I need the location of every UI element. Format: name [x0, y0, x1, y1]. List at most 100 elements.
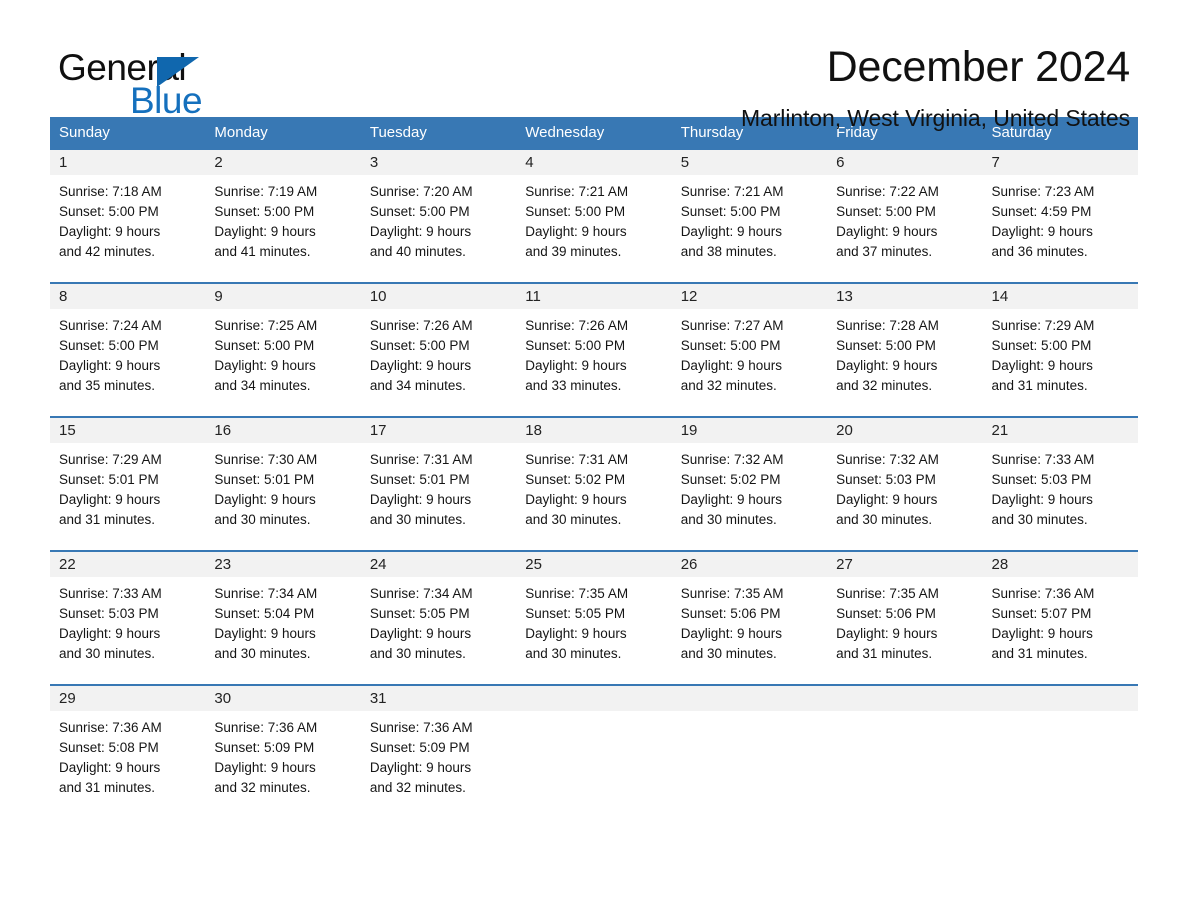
daylight-text-line2: and 33 minutes.	[525, 378, 622, 393]
day-cell[interactable]: 23 Sunrise: 7:34 AM Sunset: 5:04 PM Dayl…	[205, 552, 361, 684]
week-row: 29 Sunrise: 7:36 AM Sunset: 5:08 PM Dayl…	[50, 684, 1138, 796]
day-number: 5	[671, 150, 828, 175]
sunset-text: Sunset: 5:00 PM	[525, 204, 626, 219]
day-cell[interactable]: 27 Sunrise: 7:35 AM Sunset: 5:06 PM Dayl…	[827, 552, 983, 684]
daylight-text-line2: and 30 minutes.	[369, 512, 466, 527]
calendar-grid: Sunday Monday Tuesday Wednesday Thursday…	[50, 117, 1138, 796]
day-details: Sunrise: 7:33 AM Sunset: 5:03 PM Dayligh…	[50, 577, 205, 664]
day-cell[interactable]: 2 Sunrise: 7:19 AM Sunset: 5:00 PM Dayli…	[205, 150, 361, 282]
day-number: 6	[827, 150, 983, 175]
day-cell-empty	[827, 686, 983, 796]
day-cell[interactable]: 16 Sunrise: 7:30 AM Sunset: 5:01 PM Dayl…	[205, 418, 361, 550]
day-cell[interactable]: 31 Sunrise: 7:36 AM Sunset: 5:09 PM Dayl…	[360, 686, 517, 796]
day-details: Sunrise: 7:19 AM Sunset: 5:00 PM Dayligh…	[205, 175, 360, 262]
day-number: 26	[671, 552, 828, 577]
daylight-text-line2: and 30 minutes.	[991, 512, 1088, 527]
sunset-text: Sunset: 5:00 PM	[59, 204, 159, 219]
sunset-text: Sunset: 5:05 PM	[525, 606, 626, 621]
day-number	[516, 686, 672, 711]
daylight-text-line2: and 38 minutes.	[680, 244, 777, 259]
day-number: 10	[360, 284, 517, 309]
day-details: Sunrise: 7:36 AM Sunset: 5:07 PM Dayligh…	[983, 577, 1138, 664]
daylight-text-line2: and 31 minutes.	[59, 512, 156, 527]
day-details: Sunrise: 7:30 AM Sunset: 5:01 PM Dayligh…	[205, 443, 360, 530]
day-details: Sunrise: 7:26 AM Sunset: 5:00 PM Dayligh…	[516, 309, 671, 396]
day-number: 23	[205, 552, 361, 577]
daylight-text-line1: Daylight: 9 hours	[369, 626, 472, 641]
daylight-text-line1: Daylight: 9 hours	[525, 358, 627, 373]
sunrise-text: Sunrise: 7:24 AM	[59, 318, 162, 333]
daylight-text-line2: and 30 minutes.	[214, 512, 311, 527]
sunset-text: Sunset: 5:04 PM	[214, 606, 315, 621]
day-cell[interactable]: 24 Sunrise: 7:34 AM Sunset: 5:05 PM Dayl…	[360, 552, 517, 684]
sunrise-text: Sunrise: 7:23 AM	[991, 184, 1095, 199]
daylight-text-line2: and 39 minutes.	[525, 244, 622, 259]
day-cell[interactable]: 19 Sunrise: 7:32 AM Sunset: 5:02 PM Dayl…	[671, 418, 828, 550]
day-cell[interactable]: 6 Sunrise: 7:22 AM Sunset: 5:00 PM Dayli…	[827, 150, 983, 282]
day-cell[interactable]: 28 Sunrise: 7:36 AM Sunset: 5:07 PM Dayl…	[982, 552, 1138, 684]
day-details: Sunrise: 7:33 AM Sunset: 5:03 PM Dayligh…	[983, 443, 1138, 530]
day-number: 31	[360, 686, 517, 711]
daylight-text-line1: Daylight: 9 hours	[680, 358, 782, 373]
daylight-text-line1: Daylight: 9 hours	[369, 224, 472, 239]
daylight-text-line1: Daylight: 9 hours	[836, 224, 938, 239]
sunset-text: Sunset: 5:01 PM	[59, 472, 159, 487]
sunrise-text: Sunrise: 7:35 AM	[680, 586, 784, 601]
daylight-text-line2: and 42 minutes.	[59, 244, 156, 259]
day-details: Sunrise: 7:29 AM Sunset: 5:01 PM Dayligh…	[50, 443, 205, 530]
day-cell[interactable]: 9 Sunrise: 7:25 AM Sunset: 5:00 PM Dayli…	[205, 284, 361, 416]
daylight-text-line2: and 32 minutes.	[369, 780, 466, 795]
day-cell[interactable]: 8 Sunrise: 7:24 AM Sunset: 5:00 PM Dayli…	[50, 284, 206, 416]
day-cell[interactable]: 20 Sunrise: 7:32 AM Sunset: 5:03 PM Dayl…	[827, 418, 983, 550]
day-cell[interactable]: 15 Sunrise: 7:29 AM Sunset: 5:01 PM Dayl…	[50, 418, 206, 550]
sunrise-text: Sunrise: 7:33 AM	[59, 586, 162, 601]
sunrise-text: Sunrise: 7:25 AM	[214, 318, 318, 333]
sunset-text: Sunset: 5:08 PM	[59, 740, 159, 755]
day-cell[interactable]: 5 Sunrise: 7:21 AM Sunset: 5:00 PM Dayli…	[671, 150, 828, 282]
day-cell[interactable]: 17 Sunrise: 7:31 AM Sunset: 5:01 PM Dayl…	[360, 418, 517, 550]
daylight-text-line2: and 30 minutes.	[59, 646, 156, 661]
day-details: Sunrise: 7:21 AM Sunset: 5:00 PM Dayligh…	[516, 175, 671, 262]
day-details: Sunrise: 7:36 AM Sunset: 5:08 PM Dayligh…	[50, 711, 205, 798]
day-cell[interactable]: 4 Sunrise: 7:21 AM Sunset: 5:00 PM Dayli…	[516, 150, 672, 282]
sunset-text: Sunset: 5:00 PM	[59, 338, 159, 353]
sunset-text: Sunset: 5:00 PM	[369, 204, 470, 219]
day-cell[interactable]: 10 Sunrise: 7:26 AM Sunset: 5:00 PM Dayl…	[360, 284, 517, 416]
day-cell[interactable]: 18 Sunrise: 7:31 AM Sunset: 5:02 PM Dayl…	[516, 418, 672, 550]
daylight-text-line2: and 41 minutes.	[214, 244, 311, 259]
day-details: Sunrise: 7:31 AM Sunset: 5:02 PM Dayligh…	[516, 443, 671, 530]
day-cell[interactable]: 30 Sunrise: 7:36 AM Sunset: 5:09 PM Dayl…	[205, 686, 361, 796]
day-cell[interactable]: 11 Sunrise: 7:26 AM Sunset: 5:00 PM Dayl…	[516, 284, 672, 416]
day-number: 25	[516, 552, 672, 577]
day-number: 16	[205, 418, 361, 443]
daylight-text-line1: Daylight: 9 hours	[369, 760, 472, 775]
day-cell[interactable]: 12 Sunrise: 7:27 AM Sunset: 5:00 PM Dayl…	[671, 284, 828, 416]
sunset-text: Sunset: 5:00 PM	[836, 204, 936, 219]
day-cell[interactable]: 26 Sunrise: 7:35 AM Sunset: 5:06 PM Dayl…	[671, 552, 828, 684]
day-cell[interactable]: 7 Sunrise: 7:23 AM Sunset: 4:59 PM Dayli…	[982, 150, 1138, 282]
day-cell[interactable]: 29 Sunrise: 7:36 AM Sunset: 5:08 PM Dayl…	[50, 686, 206, 798]
day-cell[interactable]: 13 Sunrise: 7:28 AM Sunset: 5:00 PM Dayl…	[827, 284, 983, 416]
daylight-text-line1: Daylight: 9 hours	[525, 492, 627, 507]
day-cell[interactable]: 25 Sunrise: 7:35 AM Sunset: 5:05 PM Dayl…	[516, 552, 672, 684]
sunset-text: Sunset: 5:05 PM	[369, 606, 470, 621]
day-number: 12	[671, 284, 828, 309]
sunrise-text: Sunrise: 7:36 AM	[59, 720, 162, 735]
daylight-text-line1: Daylight: 9 hours	[525, 224, 627, 239]
day-cell[interactable]: 14 Sunrise: 7:29 AM Sunset: 5:00 PM Dayl…	[982, 284, 1138, 416]
sunset-text: Sunset: 5:00 PM	[680, 338, 781, 353]
day-cell[interactable]: 3 Sunrise: 7:20 AM Sunset: 5:00 PM Dayli…	[360, 150, 517, 282]
day-number: 15	[50, 418, 206, 443]
day-cell[interactable]: 21 Sunrise: 7:33 AM Sunset: 5:03 PM Dayl…	[982, 418, 1138, 550]
logo-text-blue: Blue	[130, 80, 203, 121]
sunset-text: Sunset: 5:00 PM	[991, 338, 1092, 353]
day-cell[interactable]: 1 Sunrise: 7:18 AM Sunset: 5:00 PM Dayli…	[50, 150, 206, 282]
day-cell[interactable]: 22 Sunrise: 7:33 AM Sunset: 5:03 PM Dayl…	[50, 552, 206, 684]
sunrise-text: Sunrise: 7:32 AM	[680, 452, 784, 467]
sunrise-text: Sunrise: 7:21 AM	[525, 184, 629, 199]
day-number: 7	[982, 150, 1138, 175]
daylight-text-line2: and 32 minutes.	[680, 378, 777, 393]
sunset-text: Sunset: 5:00 PM	[214, 338, 315, 353]
week-row: 22 Sunrise: 7:33 AM Sunset: 5:03 PM Dayl…	[50, 550, 1138, 684]
day-cell-empty	[671, 686, 828, 796]
